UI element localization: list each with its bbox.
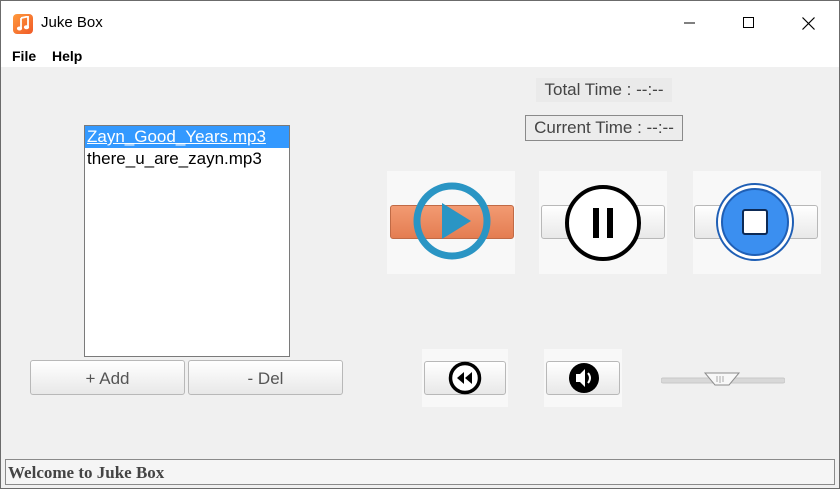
- maximize-icon: [743, 17, 754, 28]
- total-time-label: Total Time : --:--: [536, 78, 672, 102]
- menu-file[interactable]: File: [12, 48, 36, 64]
- volume-slider[interactable]: [660, 372, 786, 388]
- title-bar[interactable]: Juke Box: [1, 1, 839, 45]
- app-window: Juke Box File Help Total Time : --:-- Cu…: [0, 0, 840, 489]
- pause-button[interactable]: [539, 171, 667, 274]
- playlist[interactable]: Zayn_Good_Years.mp3 there_u_are_zayn.mp3: [84, 125, 290, 357]
- play-button[interactable]: [387, 171, 515, 274]
- status-message: Welcome to Juke Box: [8, 463, 165, 482]
- play-circle-icon: [413, 182, 491, 260]
- rewind-icon: [448, 361, 482, 395]
- menu-help[interactable]: Help: [52, 48, 82, 64]
- speaker-icon: [569, 363, 599, 393]
- stop-button[interactable]: [693, 171, 821, 274]
- menu-bar: File Help: [1, 45, 839, 67]
- stop-circle-icon: [716, 183, 794, 261]
- pause-circle-icon: [565, 185, 641, 261]
- current-time-label: Current Time : --:--: [525, 115, 683, 141]
- delete-button[interactable]: - Del: [188, 360, 343, 395]
- close-button[interactable]: [779, 1, 837, 45]
- maximize-button[interactable]: [720, 1, 778, 45]
- close-icon: [801, 16, 815, 30]
- music-note-icon: [13, 14, 33, 34]
- minimize-button[interactable]: [661, 1, 719, 45]
- volume-button[interactable]: [544, 349, 622, 407]
- main-panel: Total Time : --:-- Current Time : --:-- …: [1, 67, 839, 459]
- slider-track: [660, 372, 786, 386]
- playlist-item[interactable]: Zayn_Good_Years.mp3: [85, 126, 289, 148]
- minimize-icon: [684, 22, 695, 24]
- playlist-item[interactable]: there_u_are_zayn.mp3: [85, 148, 289, 170]
- status-bar: Welcome to Juke Box: [5, 459, 835, 485]
- window-title: Juke Box: [41, 14, 103, 31]
- add-button[interactable]: + Add: [30, 360, 185, 395]
- rewind-button[interactable]: [422, 349, 508, 407]
